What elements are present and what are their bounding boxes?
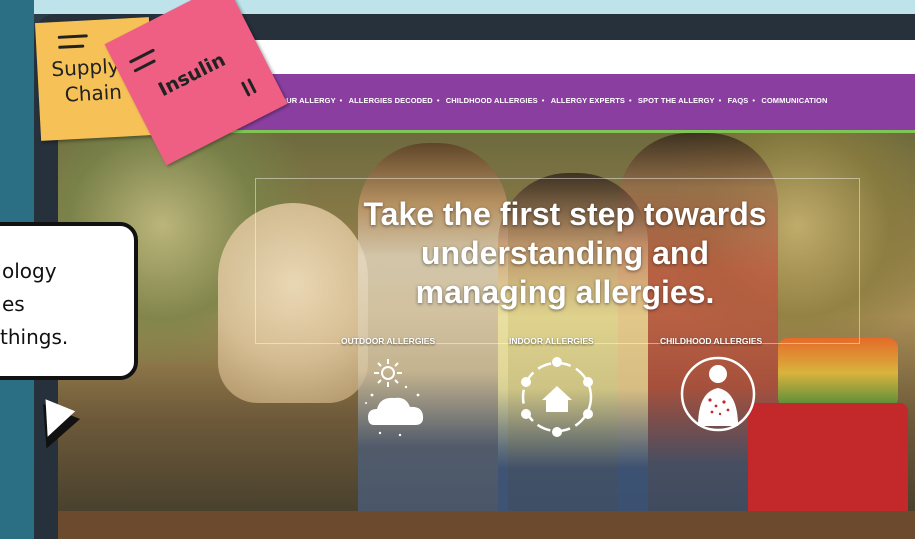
nav-separator: • (436, 96, 440, 105)
sticky-note-text: Chain (64, 79, 123, 107)
child-rash-icon[interactable] (678, 348, 758, 440)
nav-links: OW YOUR ALLERGY • ALLERGIES DECODED • CHIL… (260, 96, 828, 105)
sticky-note-dash (133, 59, 157, 73)
nav-separator: • (718, 96, 722, 105)
speech-bubble-line: things. (0, 325, 69, 349)
nav-link-allergy-experts[interactable]: ALLERGY EXPERTS (551, 96, 625, 105)
nav-separator: • (629, 96, 632, 105)
sticky-note-text: Insulin (154, 48, 230, 102)
cloud-sun-icon[interactable] (360, 355, 440, 440)
hero-headline-line: managing allergies. (415, 274, 715, 310)
background-edge-top (0, 0, 915, 14)
speech-bubble-line: es (2, 292, 25, 316)
speech-bubble-line: ology (2, 259, 57, 283)
hero-headline-line: understanding and (421, 235, 709, 271)
nav-link-allergies-decoded[interactable]: ALLERGIES DECODED (349, 96, 433, 105)
nav-link-faqs[interactable]: FAQS (728, 96, 749, 105)
outdoor-allergies-label[interactable]: OUTDOOR ALLERGIES (341, 336, 435, 346)
nav-separator: • (339, 96, 343, 105)
nav-link-spot-the-allergy[interactable]: SPOT THE ALLERGY (638, 96, 715, 105)
childhood-allergies-label[interactable]: CHILDHOOD ALLERGIES (660, 336, 762, 346)
speech-bubble-text: ology es things. (0, 255, 130, 354)
hero-headline: Take the first step towards understandin… (270, 195, 860, 312)
hero-bench (58, 511, 915, 539)
sticky-note-dash (58, 44, 85, 49)
nav-link-childhood-allergies[interactable]: CHILDHOOD ALLERGIES (446, 96, 538, 105)
nav-link-communication[interactable]: COMMUNICATION (761, 96, 827, 105)
sticky-note-text: Supply (50, 53, 121, 82)
indoor-allergies-label[interactable]: INDOOR ALLERGIES (509, 336, 594, 346)
house-cycle-icon[interactable] (512, 352, 602, 442)
sticky-note-dash (57, 34, 88, 39)
hero-headline-line: Take the first step towards (363, 196, 767, 232)
nav-separator: • (541, 96, 545, 105)
hero-flower-basket (778, 338, 898, 408)
nav-separator: • (752, 96, 756, 105)
